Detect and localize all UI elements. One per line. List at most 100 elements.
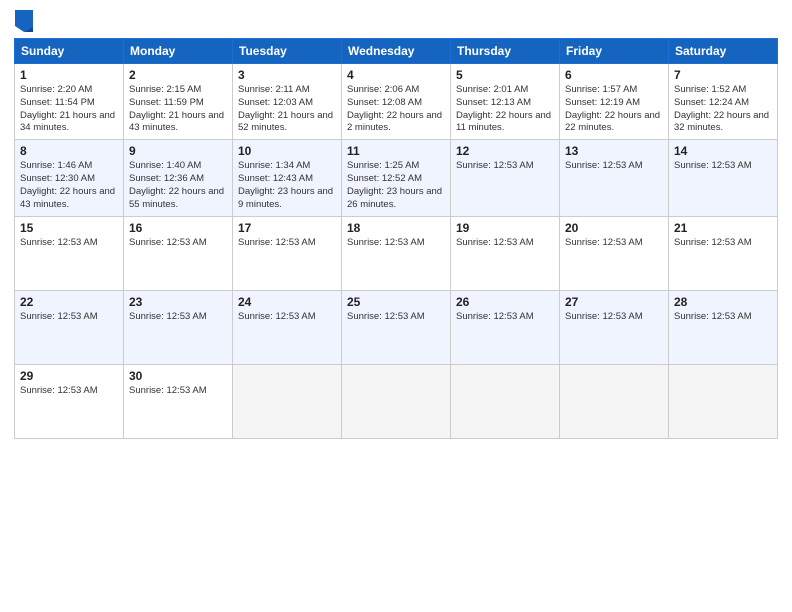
- day-number: 7: [674, 68, 772, 82]
- week-row: 22Sunrise: 12:53 AM23Sunrise: 12:53 AM24…: [15, 290, 778, 364]
- calendar-cell: 18 Sunrise: 12:53 AM: [342, 216, 451, 290]
- day-info: Sunrise: 12:53 AM: [456, 237, 554, 250]
- day-header-monday: Monday: [124, 39, 233, 64]
- day-header-wednesday: Wednesday: [342, 39, 451, 64]
- day-info: Sunrise: 1:52 AM Sunset: 12:24 AM Daylig…: [674, 84, 772, 135]
- day-number: 1: [20, 68, 118, 82]
- week-row: 8Sunrise: 1:46 AM Sunset: 12:30 AM Dayli…: [15, 140, 778, 216]
- calendar-cell: 13 Sunrise: 12:53 AM: [560, 140, 669, 216]
- day-number: 12: [456, 144, 554, 158]
- day-number: 6: [565, 68, 663, 82]
- day-info: Sunrise: 12:53 AM: [129, 311, 227, 324]
- day-number: 18: [347, 221, 445, 235]
- day-number: 10: [238, 144, 336, 158]
- day-info: Sunrise: 2:20 AM Sunset: 11:54 PM Daylig…: [20, 84, 118, 135]
- day-number: 23: [129, 295, 227, 309]
- day-number: 4: [347, 68, 445, 82]
- calendar-cell: 17 Sunrise: 12:53 AM: [233, 216, 342, 290]
- day-info: Sunrise: 12:53 AM: [20, 237, 118, 250]
- day-number: 21: [674, 221, 772, 235]
- calendar-cell: 10 Sunrise: 1:34 AM Sunset: 12:43 AM Dayl…: [233, 140, 342, 216]
- calendar-cell: 28 Sunrise: 12:53 AM: [669, 290, 778, 364]
- calendar-cell: 9 Sunrise: 1:40 AM Sunset: 12:36 AM Dayli…: [124, 140, 233, 216]
- day-number: 30: [129, 369, 227, 383]
- day-number: 16: [129, 221, 227, 235]
- header: [14, 10, 778, 32]
- day-number: 9: [129, 144, 227, 158]
- day-info: Sunrise: 12:53 AM: [347, 237, 445, 250]
- day-info: Sunrise: 12:53 AM: [20, 385, 118, 398]
- calendar-cell: 27Sunrise: 12:53 AM: [560, 290, 669, 364]
- week-row: 29 Sunrise: 12:53 AM 30 Sunrise: 12:53 AM: [15, 364, 778, 438]
- day-number: 13: [565, 144, 663, 158]
- day-number: 25: [347, 295, 445, 309]
- calendar-table: SundayMondayTuesdayWednesdayThursdayFrid…: [14, 38, 778, 439]
- day-header-friday: Friday: [560, 39, 669, 64]
- day-info: Sunrise: 1:40 AM Sunset: 12:36 AM Daylig…: [129, 160, 227, 211]
- day-number: 28: [674, 295, 772, 309]
- day-header-tuesday: Tuesday: [233, 39, 342, 64]
- day-number: 3: [238, 68, 336, 82]
- day-header-sunday: Sunday: [15, 39, 124, 64]
- logo-icon: [15, 10, 33, 32]
- calendar-cell: [451, 364, 560, 438]
- calendar-cell: 12 Sunrise: 12:53 AM: [451, 140, 560, 216]
- day-header-thursday: Thursday: [451, 39, 560, 64]
- day-info: Sunrise: 12:53 AM: [20, 311, 118, 324]
- day-number: 26: [456, 295, 554, 309]
- calendar-cell: 29 Sunrise: 12:53 AM: [15, 364, 124, 438]
- day-info: Sunrise: 2:01 AM Sunset: 12:13 AM Daylig…: [456, 84, 554, 135]
- day-info: Sunrise: 12:53 AM: [565, 311, 663, 324]
- calendar-cell: 16 Sunrise: 12:53 AM: [124, 216, 233, 290]
- calendar-cell: 1 Sunrise: 2:20 AM Sunset: 11:54 PM Dayli…: [15, 64, 124, 140]
- day-info: Sunrise: 12:53 AM: [456, 311, 554, 324]
- day-number: 20: [565, 221, 663, 235]
- day-info: Sunrise: 12:53 AM: [238, 237, 336, 250]
- day-header-saturday: Saturday: [669, 39, 778, 64]
- day-info: Sunrise: 1:25 AM Sunset: 12:52 AM Daylig…: [347, 160, 445, 211]
- calendar-cell: 11Sunrise: 1:25 AM Sunset: 12:52 AM Dayl…: [342, 140, 451, 216]
- day-number: 24: [238, 295, 336, 309]
- calendar-cell: 14 Sunrise: 12:53 AM: [669, 140, 778, 216]
- calendar-cell: [560, 364, 669, 438]
- day-info: Sunrise: 1:34 AM Sunset: 12:43 AM Daylig…: [238, 160, 336, 211]
- calendar-cell: [669, 364, 778, 438]
- calendar-cell: [233, 364, 342, 438]
- calendar-cell: 19 Sunrise: 12:53 AM: [451, 216, 560, 290]
- week-row: 1 Sunrise: 2:20 AM Sunset: 11:54 PM Dayli…: [15, 64, 778, 140]
- day-number: 14: [674, 144, 772, 158]
- day-number: 29: [20, 369, 118, 383]
- calendar-cell: 8Sunrise: 1:46 AM Sunset: 12:30 AM Dayli…: [15, 140, 124, 216]
- day-number: 17: [238, 221, 336, 235]
- day-number: 22: [20, 295, 118, 309]
- day-info: Sunrise: 12:53 AM: [456, 160, 554, 173]
- day-info: Sunrise: 12:53 AM: [674, 237, 772, 250]
- day-info: Sunrise: 2:06 AM Sunset: 12:08 AM Daylig…: [347, 84, 445, 135]
- calendar-cell: 4 Sunrise: 2:06 AM Sunset: 12:08 AM Dayli…: [342, 64, 451, 140]
- logo: [14, 10, 33, 32]
- day-info: Sunrise: 12:53 AM: [238, 311, 336, 324]
- calendar-cell: 15Sunrise: 12:53 AM: [15, 216, 124, 290]
- calendar-cell: 5Sunrise: 2:01 AM Sunset: 12:13 AM Dayli…: [451, 64, 560, 140]
- day-info: Sunrise: 2:15 AM Sunset: 11:59 PM Daylig…: [129, 84, 227, 135]
- calendar-header: SundayMondayTuesdayWednesdayThursdayFrid…: [15, 39, 778, 64]
- day-info: Sunrise: 2:11 AM Sunset: 12:03 AM Daylig…: [238, 84, 336, 135]
- day-info: Sunrise: 12:53 AM: [129, 385, 227, 398]
- calendar-cell: 20Sunrise: 12:53 AM: [560, 216, 669, 290]
- day-info: Sunrise: 12:53 AM: [674, 160, 772, 173]
- day-number: 2: [129, 68, 227, 82]
- calendar-cell: 25 Sunrise: 12:53 AM: [342, 290, 451, 364]
- calendar-cell: 6Sunrise: 1:57 AM Sunset: 12:19 AM Dayli…: [560, 64, 669, 140]
- day-info: Sunrise: 12:53 AM: [347, 311, 445, 324]
- day-info: Sunrise: 12:53 AM: [565, 160, 663, 173]
- day-info: Sunrise: 12:53 AM: [674, 311, 772, 324]
- calendar-cell: 3 Sunrise: 2:11 AM Sunset: 12:03 AM Dayli…: [233, 64, 342, 140]
- calendar-cell: 26 Sunrise: 12:53 AM: [451, 290, 560, 364]
- calendar-cell: 21 Sunrise: 12:53 AM: [669, 216, 778, 290]
- calendar-body: 1 Sunrise: 2:20 AM Sunset: 11:54 PM Dayli…: [15, 64, 778, 439]
- day-info: Sunrise: 12:53 AM: [129, 237, 227, 250]
- day-info: Sunrise: 1:46 AM Sunset: 12:30 AM Daylig…: [20, 160, 118, 211]
- calendar-cell: 30 Sunrise: 12:53 AM: [124, 364, 233, 438]
- calendar-cell: 24 Sunrise: 12:53 AM: [233, 290, 342, 364]
- day-number: 19: [456, 221, 554, 235]
